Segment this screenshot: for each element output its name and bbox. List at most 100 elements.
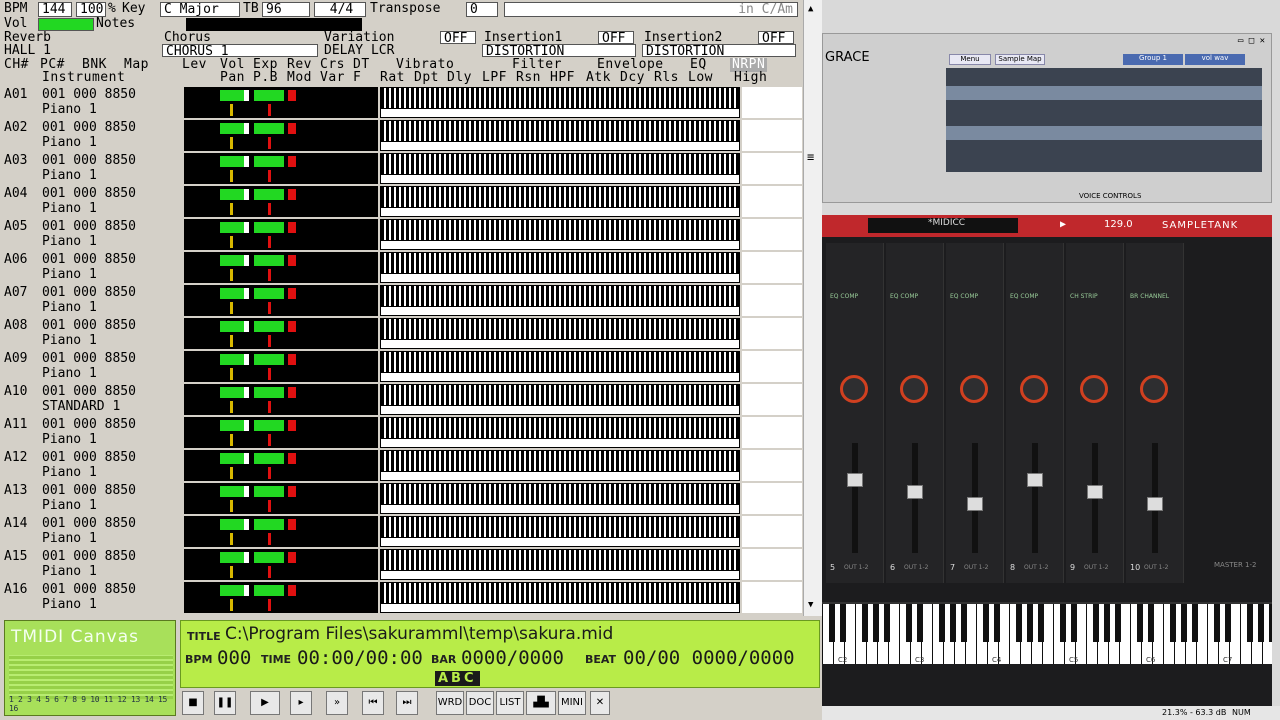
mixer-strip[interactable]: BR CHANNEL 10 OUT 1-2 bbox=[1126, 243, 1184, 583]
channel-meters bbox=[184, 351, 378, 382]
send-knob[interactable] bbox=[1080, 375, 1108, 403]
expression-meter bbox=[254, 90, 284, 101]
mixer-strip[interactable]: EQ COMP 8 OUT 1-2 bbox=[1006, 243, 1064, 583]
fader-cap[interactable] bbox=[1087, 485, 1103, 499]
insertion2-value: DISTORTION bbox=[642, 44, 796, 57]
fader-cap[interactable] bbox=[1147, 497, 1163, 511]
percent-sign: % bbox=[108, 1, 116, 16]
send-knob[interactable] bbox=[1020, 375, 1048, 403]
scroll-up-icon[interactable]: ▲ bbox=[808, 4, 813, 14]
insertion1-state[interactable]: OFF bbox=[598, 31, 634, 44]
channel-instrument: Piano 1 bbox=[42, 465, 97, 480]
channel-row[interactable]: A01 001 000 8850 Piano 1 bbox=[0, 86, 802, 119]
strip-output[interactable]: OUT 1-2 bbox=[1144, 564, 1169, 571]
scroll-down-icon[interactable]: ▼ bbox=[808, 600, 813, 610]
part-abc[interactable]: ABC bbox=[435, 671, 480, 686]
channel-row[interactable]: A13 001 000 8850 Piano 1 bbox=[0, 482, 802, 515]
mini-button[interactable]: MINI bbox=[558, 691, 586, 715]
strip-output[interactable]: OUT 1-2 bbox=[964, 564, 989, 571]
channel-row[interactable]: A11 001 000 8850 Piano 1 bbox=[0, 416, 802, 449]
close-panel-button[interactable]: ✕ bbox=[590, 691, 610, 715]
col-pan: Pan bbox=[220, 70, 245, 85]
tracer-button[interactable]: ▟▙ bbox=[526, 691, 556, 715]
mixer-strip[interactable]: EQ COMP 7 OUT 1-2 bbox=[946, 243, 1004, 583]
fader-cap[interactable] bbox=[907, 485, 923, 499]
doc-button[interactable]: DOC bbox=[466, 691, 494, 715]
sample-map-button[interactable]: Sample Map bbox=[995, 54, 1045, 65]
strip-output[interactable]: OUT 1-2 bbox=[844, 564, 869, 571]
reverb-meter bbox=[288, 519, 296, 530]
channel-row[interactable]: A12 001 000 8850 Piano 1 bbox=[0, 449, 802, 482]
mixer-strip[interactable]: EQ COMP 5 OUT 1-2 bbox=[826, 243, 884, 583]
scroll-grip-icon[interactable]: ≡ bbox=[807, 150, 814, 164]
wav-selector[interactable]: vol wav bbox=[1185, 54, 1245, 65]
send-knob[interactable] bbox=[960, 375, 988, 403]
mixer-strip[interactable]: EQ COMP 6 OUT 1-2 bbox=[886, 243, 944, 583]
variation-state[interactable]: OFF bbox=[440, 31, 476, 44]
group-selector[interactable]: Group 1 bbox=[1123, 54, 1183, 65]
strip-fx-label[interactable]: EQ COMP bbox=[890, 293, 918, 300]
strip-output[interactable]: OUT 1-2 bbox=[904, 564, 929, 571]
channel-meters bbox=[184, 252, 378, 283]
strip-fx-label[interactable]: EQ COMP bbox=[830, 293, 858, 300]
status-level: 21.3% - 63.3 dB bbox=[1162, 708, 1227, 717]
pause-button[interactable]: ❚❚ bbox=[214, 691, 236, 715]
pan-indicator bbox=[230, 236, 233, 248]
wrd-button[interactable]: WRD bbox=[436, 691, 464, 715]
fader-cap[interactable] bbox=[1027, 473, 1043, 487]
channel-row[interactable]: A05 001 000 8850 Piano 1 bbox=[0, 218, 802, 251]
channel-row[interactable]: A03 001 000 8850 Piano 1 bbox=[0, 152, 802, 185]
transpose-value[interactable]: 0 bbox=[466, 2, 498, 17]
channel-row[interactable]: A16 001 000 8850 Piano 1 bbox=[0, 581, 802, 614]
window-buttons-icon[interactable]: ▭ □ ✕ bbox=[1238, 36, 1265, 46]
tempo-value[interactable]: 129.0 bbox=[1104, 219, 1133, 230]
menu-button[interactable]: Menu bbox=[949, 54, 991, 65]
channel-row[interactable]: A09 001 000 8850 Piano 1 bbox=[0, 350, 802, 383]
step-button[interactable]: ▸ bbox=[290, 691, 312, 715]
channel-row[interactable]: A06 001 000 8850 Piano 1 bbox=[0, 251, 802, 284]
send-knob[interactable] bbox=[1140, 375, 1168, 403]
stop-button[interactable]: ■ bbox=[182, 691, 204, 715]
list-button[interactable]: LIST bbox=[496, 691, 524, 715]
strip-fx-label[interactable]: BR CHANNEL bbox=[1130, 293, 1169, 300]
play-button[interactable]: ▶ bbox=[250, 691, 280, 715]
next-track-button[interactable]: ⏭ bbox=[396, 691, 418, 715]
reverb-meter bbox=[288, 585, 296, 596]
send-knob[interactable] bbox=[900, 375, 928, 403]
fader-cap[interactable] bbox=[967, 497, 983, 511]
volume-meter bbox=[220, 552, 244, 563]
volume-meter bbox=[220, 90, 244, 101]
insertion2-state[interactable]: OFF bbox=[758, 31, 794, 44]
vertical-scrollbar[interactable]: ▲ ≡ ▼ bbox=[803, 0, 822, 616]
strip-output[interactable]: OUT 1-2 bbox=[1084, 564, 1109, 571]
channel-instrument: Piano 1 bbox=[42, 135, 97, 150]
send-knob[interactable] bbox=[840, 375, 868, 403]
mixer-strip[interactable]: CH STRIP 9 OUT 1-2 bbox=[1066, 243, 1124, 583]
channel-number: A06 bbox=[4, 252, 28, 267]
prev-track-button[interactable]: ⏮ bbox=[362, 691, 384, 715]
preset-name[interactable]: *MIDICC bbox=[868, 218, 1018, 233]
channel-row[interactable]: A08 001 000 8850 Piano 1 bbox=[0, 317, 802, 350]
channel-row[interactable]: A15 001 000 8850 Piano 1 bbox=[0, 548, 802, 581]
strip-fx-label[interactable]: EQ COMP bbox=[950, 293, 978, 300]
sampletank-keyboard[interactable]: C2 C3 C4 C5 C6 C7 bbox=[822, 602, 1272, 664]
volume-meter bbox=[220, 585, 244, 596]
volume-tick bbox=[244, 321, 249, 332]
channel-row[interactable]: A04 001 000 8850 Piano 1 bbox=[0, 185, 802, 218]
waveform-display[interactable] bbox=[946, 68, 1262, 172]
bpm-label: BPM bbox=[4, 1, 28, 16]
strip-fx-label[interactable]: CH STRIP bbox=[1070, 293, 1098, 300]
play-icon[interactable]: ▶ bbox=[1060, 219, 1066, 230]
channel-row[interactable]: A02 001 000 8850 Piano 1 bbox=[0, 119, 802, 152]
strip-output[interactable]: OUT 1-2 bbox=[1024, 564, 1049, 571]
channel-row[interactable]: A10 001 000 8850 STANDARD 1 bbox=[0, 383, 802, 416]
fader-cap[interactable] bbox=[847, 473, 863, 487]
channel-blank bbox=[742, 285, 802, 316]
strip-fx-label[interactable]: EQ COMP bbox=[1010, 293, 1038, 300]
col-pb: P.B bbox=[253, 70, 278, 85]
fast-forward-button[interactable]: » bbox=[326, 691, 348, 715]
expression-meter bbox=[254, 222, 284, 233]
channel-row[interactable]: A14 001 000 8850 Piano 1 bbox=[0, 515, 802, 548]
channel-row[interactable]: A07 001 000 8850 Piano 1 bbox=[0, 284, 802, 317]
channel-instrument: Piano 1 bbox=[42, 333, 97, 348]
